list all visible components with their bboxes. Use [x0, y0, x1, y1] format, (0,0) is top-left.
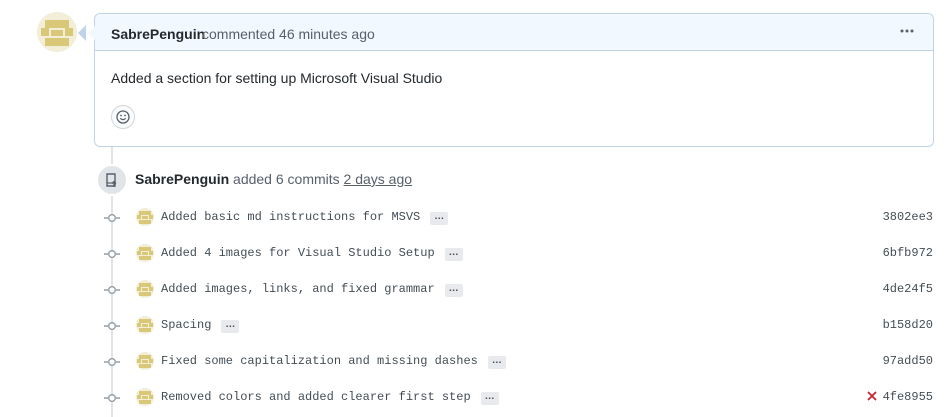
commit-row: Added 4 images for Visual Studio Setup … 6…	[0, 242, 948, 266]
commit-row: Added basic md instructions for MSVS … 380…	[0, 206, 948, 230]
commit-row: Spacing … b158d20	[0, 314, 948, 338]
comment-box: SabrePenguin commented 46 minutes ago Ad…	[78, 13, 934, 147]
git-commit-icon	[104, 283, 120, 297]
comment-header: SabrePenguin commented 46 minutes ago	[78, 14, 933, 51]
commit-author-avatar[interactable]	[136, 280, 154, 298]
commit-row: Added images, links, and fixed grammar … 4…	[0, 278, 948, 302]
identicon-icon	[136, 352, 154, 370]
commit-author-avatar[interactable]	[136, 208, 154, 226]
comment-arrow	[78, 25, 86, 41]
smiley-icon	[116, 110, 130, 124]
x-icon[interactable]	[866, 389, 878, 405]
git-commit-icon	[104, 211, 120, 225]
identicon-icon	[37, 12, 77, 52]
expand-commit-button[interactable]: …	[444, 248, 463, 261]
commit-author-avatar[interactable]	[136, 244, 154, 262]
expand-commit-button[interactable]: …	[430, 212, 449, 225]
identicon-icon	[136, 208, 154, 226]
commit-message[interactable]: Added basic md instructions for MSVS	[161, 210, 420, 224]
comment-timestamp[interactable]: commented 46 minutes ago	[202, 26, 375, 42]
push-author[interactable]: SabrePenguin	[135, 171, 229, 187]
push-action: added 6 commits	[233, 171, 340, 187]
push-time-link[interactable]: 2 days ago	[344, 171, 413, 187]
commit-message[interactable]: Added images, links, and fixed grammar	[161, 282, 435, 296]
commit-message[interactable]: Fixed some capitalization and missing da…	[161, 354, 478, 368]
commit-row: Removed colors and added clearer first s…	[0, 386, 948, 410]
git-commit-icon	[104, 391, 120, 405]
push-summary: SabrePenguin added 6 commits 2 days ago	[135, 171, 412, 187]
comment-author[interactable]: SabrePenguin	[111, 26, 205, 42]
commit-sha-link[interactable]: 4de24f5	[883, 282, 933, 296]
git-commit-icon	[104, 319, 120, 333]
commit-author-avatar[interactable]	[136, 316, 154, 334]
expand-commit-button[interactable]: …	[487, 356, 506, 369]
commit-message[interactable]: Removed colors and added clearer first s…	[161, 390, 471, 404]
identicon-icon	[136, 280, 154, 298]
expand-commit-button[interactable]: …	[221, 320, 240, 333]
comment-arrow-fill	[88, 26, 95, 40]
expand-commit-button[interactable]: …	[480, 392, 499, 405]
commit-sha-link[interactable]: 3802ee3	[883, 210, 933, 224]
expand-commit-button[interactable]: …	[444, 284, 463, 297]
commit-row: Fixed some capitalization and missing da…	[0, 350, 948, 374]
commit-sha-link[interactable]: b158d20	[883, 318, 933, 332]
repo-push-icon	[106, 173, 117, 187]
identicon-icon	[136, 316, 154, 334]
commit-author-avatar[interactable]	[136, 352, 154, 370]
commit-sha-link[interactable]: 97add50	[883, 354, 933, 368]
commit-author-avatar[interactable]	[136, 388, 154, 406]
add-reaction-button[interactable]	[111, 105, 135, 129]
commit-sha-link[interactable]: 6bfb972	[883, 246, 933, 260]
avatar[interactable]	[37, 12, 77, 52]
commit-message[interactable]: Spacing	[161, 318, 211, 332]
identicon-icon	[136, 244, 154, 262]
kebab-horizontal-icon[interactable]	[899, 23, 915, 44]
commit-message[interactable]: Added 4 images for Visual Studio Setup	[161, 246, 435, 260]
git-commit-icon	[104, 355, 120, 369]
commit-sha-link[interactable]: 4fe8955	[883, 390, 933, 404]
comment-body: Added a section for setting up Microsoft…	[111, 70, 443, 86]
push-badge	[96, 164, 128, 196]
git-commit-icon	[104, 247, 120, 261]
identicon-icon	[136, 388, 154, 406]
